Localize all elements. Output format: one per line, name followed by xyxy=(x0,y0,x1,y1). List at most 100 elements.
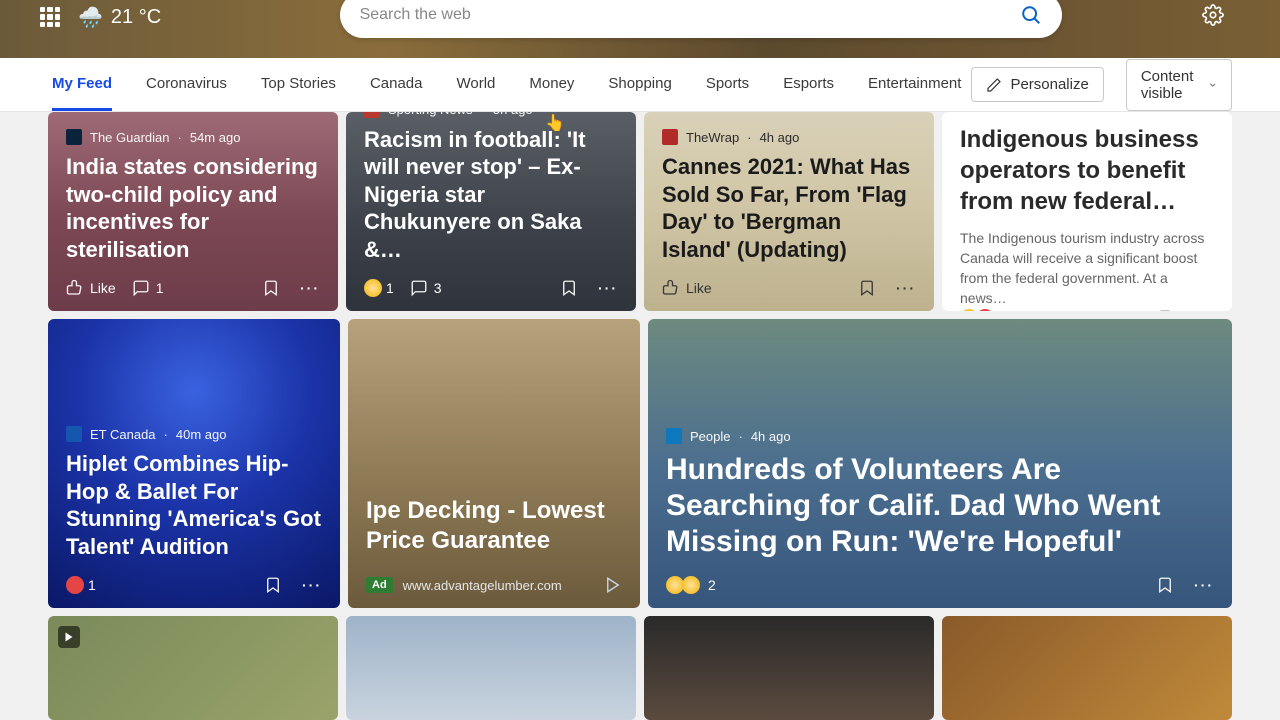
reaction-button[interactable]: 4 xyxy=(960,309,1010,311)
content-visibility-dropdown[interactable]: Content visible xyxy=(1126,59,1232,111)
card-footer: Like ··· xyxy=(662,279,916,297)
personalize-button[interactable]: Personalize xyxy=(971,67,1103,102)
like-button[interactable]: Like xyxy=(662,279,712,297)
story-card[interactable]: Sporting News · 5h ago Racism in footbal… xyxy=(346,112,636,311)
card-footer: 1 ··· xyxy=(66,576,322,594)
tab-my-feed[interactable]: My Feed xyxy=(52,59,112,111)
nav-tabs: My Feed Coronavirus Top Stories Canada W… xyxy=(52,59,961,111)
sad-emoji-icon xyxy=(364,279,382,297)
comment-icon xyxy=(132,279,150,297)
story-card-large[interactable]: People · 4h ago Hundreds of Volunteers A… xyxy=(648,319,1232,608)
comment-count: 3 xyxy=(434,280,442,296)
card-source: ET Canada · 40m ago xyxy=(66,426,322,442)
ad-badge: Ad xyxy=(366,577,393,593)
bookmark-icon[interactable] xyxy=(1156,576,1174,594)
story-card[interactable]: The Guardian · 54m ago India states cons… xyxy=(48,112,338,311)
card-headline: India states considering two-child polic… xyxy=(66,153,320,263)
pencil-icon xyxy=(986,77,1002,93)
ad-headline: Ipe Decking - Lowest Price Guarantee xyxy=(366,496,622,556)
time-ago: 4h ago xyxy=(760,130,800,145)
story-card[interactable] xyxy=(942,616,1232,720)
source-name: People xyxy=(690,429,730,444)
card-source: Sporting News · 5h ago xyxy=(364,112,618,118)
story-card[interactable]: ET Canada · 40m ago Hiplet Combines Hip-… xyxy=(48,319,340,608)
card-headline: Hiplet Combines Hip-Hop & Ballet For Stu… xyxy=(66,450,322,560)
time-ago: 54m ago xyxy=(190,130,241,145)
like-button[interactable]: Like xyxy=(66,279,116,297)
bookmark-icon[interactable] xyxy=(264,576,282,594)
card-footer: 4 ··· xyxy=(960,309,1214,311)
more-icon[interactable]: ··· xyxy=(1194,310,1214,311)
reaction-count: 2 xyxy=(708,577,716,593)
ad-footer: Ad www.advantagelumber.com xyxy=(366,576,622,594)
settings-icon[interactable] xyxy=(1202,4,1224,26)
comments-button[interactable]: 3 xyxy=(410,279,442,297)
thumbs-up-icon xyxy=(66,279,84,297)
card-headline: Hundreds of Volunteers Are Searching for… xyxy=(666,452,1214,560)
video-badge-icon xyxy=(58,626,80,648)
more-icon[interactable]: ··· xyxy=(598,280,618,296)
card-excerpt: The Indigenous tourism industry across C… xyxy=(960,228,1214,309)
card-headline: Racism in football: 'It will never stop'… xyxy=(364,126,618,264)
bookmark-icon[interactable] xyxy=(262,279,280,297)
reaction-button[interactable]: 1 xyxy=(66,576,96,594)
tab-sports[interactable]: Sports xyxy=(706,59,749,111)
search-icon[interactable] xyxy=(1020,4,1042,26)
card-footer: 2 ··· xyxy=(666,576,1214,594)
card-source: TheWrap · 4h ago xyxy=(662,129,916,145)
ad-url: www.advantagelumber.com xyxy=(403,578,562,593)
app-launcher-icon[interactable] xyxy=(40,7,60,27)
tab-coronavirus[interactable]: Coronavirus xyxy=(146,59,227,111)
text-story-card[interactable]: Indigenous business operators to benefit… xyxy=(942,112,1232,311)
comment-count: 1 xyxy=(156,280,164,296)
tab-esports[interactable]: Esports xyxy=(783,59,834,111)
tab-canada[interactable]: Canada xyxy=(370,59,423,111)
story-card[interactable] xyxy=(644,616,934,720)
weather-icon: 🌧️ xyxy=(78,5,103,30)
card-footer: 1 3 ··· xyxy=(364,279,618,297)
card-headline: Indigenous business operators to benefit… xyxy=(960,124,1214,218)
search-bar[interactable] xyxy=(340,0,1062,38)
search-input[interactable] xyxy=(360,6,1020,24)
source-name: Sporting News xyxy=(388,112,473,117)
tab-world[interactable]: World xyxy=(456,59,495,111)
more-icon[interactable]: ··· xyxy=(302,577,322,593)
bookmark-icon[interactable] xyxy=(1156,309,1174,311)
bookmark-icon[interactable] xyxy=(560,279,578,297)
heart-emoji-icon xyxy=(976,309,994,311)
story-card[interactable] xyxy=(48,616,338,720)
more-icon[interactable]: ··· xyxy=(896,280,916,296)
time-ago: 5h ago xyxy=(493,112,533,117)
reaction-count: 1 xyxy=(88,577,96,593)
source-logo xyxy=(364,112,380,118)
comments-button[interactable]: 1 xyxy=(132,279,164,297)
bookmark-icon[interactable] xyxy=(858,279,876,297)
more-icon[interactable]: ··· xyxy=(1194,577,1214,593)
personalize-label: Personalize xyxy=(1010,76,1088,93)
tab-entertainment[interactable]: Entertainment xyxy=(868,59,961,111)
more-icon[interactable]: ··· xyxy=(300,280,320,296)
reaction-button[interactable]: 2 xyxy=(666,576,716,594)
source-name: ET Canada xyxy=(90,427,156,442)
reaction-button[interactable]: 1 xyxy=(364,279,394,297)
tab-money[interactable]: Money xyxy=(529,59,574,111)
ad-card[interactable]: Ipe Decking - Lowest Price Guarantee Ad … xyxy=(348,319,640,608)
weather-widget[interactable]: 🌧️ 21 °C xyxy=(78,5,161,30)
source-name: The Guardian xyxy=(90,130,170,145)
feed-row-1: The Guardian · 54m ago India states cons… xyxy=(48,112,1232,311)
story-card[interactable]: TheWrap · 4h ago Cannes 2021: What Has S… xyxy=(644,112,934,311)
chevron-down-icon xyxy=(1208,78,1217,92)
feed-row-3 xyxy=(48,616,1232,720)
source-logo xyxy=(66,129,82,145)
tab-shopping[interactable]: Shopping xyxy=(608,59,671,111)
heart-emoji-icon xyxy=(66,576,84,594)
temperature: 21 °C xyxy=(111,6,161,29)
thumbs-up-icon xyxy=(662,279,680,297)
card-source: The Guardian · 54m ago xyxy=(66,129,320,145)
tab-top-stories[interactable]: Top Stories xyxy=(261,59,336,111)
source-logo xyxy=(666,428,682,444)
ad-choices-icon[interactable] xyxy=(604,576,622,594)
story-card[interactable] xyxy=(346,616,636,720)
feed: The Guardian · 54m ago India states cons… xyxy=(0,112,1280,720)
comment-icon xyxy=(410,279,428,297)
